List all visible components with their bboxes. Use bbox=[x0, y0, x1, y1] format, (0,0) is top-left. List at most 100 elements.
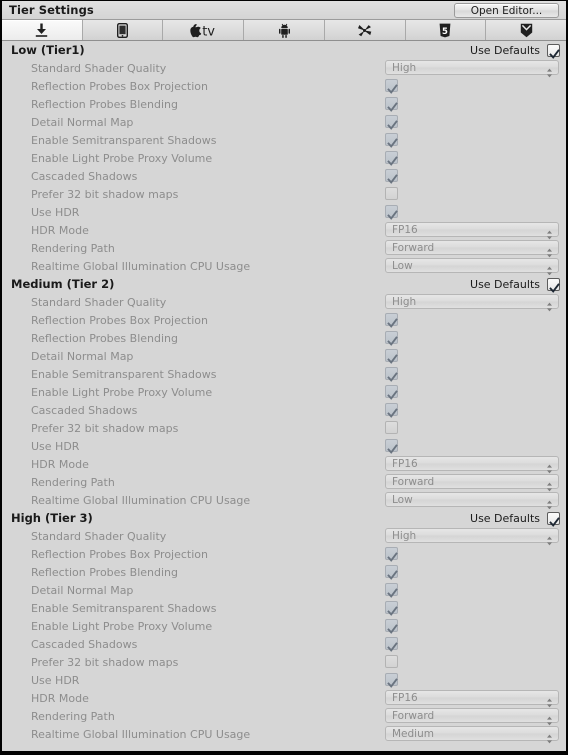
use-defaults-checkbox[interactable] bbox=[547, 44, 560, 59]
setting-dropdown[interactable]: Low bbox=[385, 258, 559, 276]
setting-label: Standard Shader Quality bbox=[31, 62, 167, 75]
setting-row: Realtime Global Illumination CPU Usage Lo… bbox=[2, 491, 566, 510]
setting-row: Realtime Global Illumination CPU Usage Lo… bbox=[2, 257, 566, 276]
checkmark-icon bbox=[387, 368, 398, 382]
checkmark-icon bbox=[387, 80, 398, 94]
setting-checkbox[interactable] bbox=[385, 205, 398, 220]
setting-dropdown[interactable]: FP16 bbox=[385, 690, 559, 708]
setting-dropdown[interactable]: FP16 bbox=[385, 456, 559, 474]
checkmark-icon bbox=[387, 602, 398, 616]
checkmark-icon bbox=[387, 566, 398, 580]
setting-label: Rendering Path bbox=[31, 242, 115, 255]
setting-row: Rendering Path Forward bbox=[2, 707, 566, 726]
setting-dropdown[interactable]: High bbox=[385, 60, 559, 78]
setting-checkbox[interactable] bbox=[385, 97, 398, 112]
setting-checkbox[interactable] bbox=[385, 385, 398, 400]
checkmark-icon bbox=[387, 440, 398, 454]
tier-settings-window: Tier Settings Open Editor... tv 5 Low (Ti… bbox=[0, 0, 568, 755]
setting-checkbox[interactable] bbox=[385, 637, 398, 652]
use-defaults-checkbox[interactable] bbox=[547, 512, 560, 527]
setting-checkbox[interactable] bbox=[385, 331, 398, 346]
updown-arrows-icon bbox=[546, 63, 553, 78]
dropdown-value: Forward bbox=[392, 710, 435, 722]
setting-dropdown[interactable]: Forward bbox=[385, 240, 559, 258]
setting-checkbox[interactable] bbox=[385, 115, 398, 130]
tier-header: Low (Tier1) Use Defaults bbox=[2, 41, 566, 59]
setting-checkbox[interactable] bbox=[385, 583, 398, 598]
platform-tab-apple-tv[interactable]: tv bbox=[163, 20, 245, 40]
setting-row: Use HDR bbox=[2, 437, 566, 455]
dropdown-value: Forward bbox=[392, 242, 435, 254]
setting-row: Use HDR bbox=[2, 203, 566, 221]
setting-label: Enable Light Probe Proxy Volume bbox=[31, 152, 213, 165]
setting-row: Reflection Probes Box Projection bbox=[2, 311, 566, 329]
updown-arrows-icon bbox=[546, 729, 553, 744]
setting-row: Standard Shader Quality High bbox=[2, 293, 566, 312]
dropdown-value: Low bbox=[392, 494, 413, 506]
setting-row: Enable Semitransparent Shadows bbox=[2, 599, 566, 617]
checkmark-icon bbox=[387, 170, 398, 184]
setting-row: Reflection Probes Blending bbox=[2, 95, 566, 113]
use-defaults-label: Use Defaults bbox=[470, 44, 540, 57]
tier-header: Medium (Tier 2) Use Defaults bbox=[2, 275, 566, 293]
setting-checkbox[interactable] bbox=[385, 439, 398, 454]
setting-label: Standard Shader Quality bbox=[31, 296, 167, 309]
updown-arrows-icon bbox=[546, 459, 553, 474]
checkmark-icon bbox=[387, 206, 398, 220]
html5-webgl-icon: 5 bbox=[439, 23, 451, 38]
setting-dropdown[interactable]: Forward bbox=[385, 708, 559, 726]
setting-dropdown[interactable]: Forward bbox=[385, 474, 559, 492]
setting-checkbox[interactable] bbox=[385, 619, 398, 634]
setting-checkbox[interactable] bbox=[385, 403, 398, 418]
setting-checkbox[interactable] bbox=[385, 79, 398, 94]
dropdown-value: High bbox=[392, 62, 417, 74]
setting-checkbox[interactable] bbox=[385, 367, 398, 382]
dropdown-value: Low bbox=[392, 260, 413, 272]
open-editor-button[interactable]: Open Editor... bbox=[454, 3, 559, 18]
platform-tab-ios-device[interactable] bbox=[82, 20, 164, 40]
setting-checkbox[interactable] bbox=[385, 133, 398, 148]
setting-label: Reflection Probes Box Projection bbox=[31, 314, 208, 327]
checkmark-icon bbox=[387, 638, 398, 652]
setting-checkbox[interactable] bbox=[385, 673, 398, 688]
setting-row: Enable Light Probe Proxy Volume bbox=[2, 383, 566, 401]
setting-label: Cascaded Shadows bbox=[31, 170, 138, 183]
setting-label: Rendering Path bbox=[31, 476, 115, 489]
platform-tab-bar: tv 5 bbox=[2, 20, 566, 41]
ios-device-icon bbox=[117, 22, 129, 38]
android-robot-icon bbox=[278, 23, 290, 38]
setting-checkbox[interactable] bbox=[385, 349, 398, 364]
platform-tab-samsung-tv[interactable] bbox=[324, 20, 406, 40]
updown-arrows-icon bbox=[546, 531, 553, 546]
updown-arrows-icon bbox=[546, 297, 553, 312]
setting-dropdown[interactable]: High bbox=[385, 294, 559, 312]
setting-dropdown[interactable]: Low bbox=[385, 492, 559, 510]
setting-dropdown[interactable]: High bbox=[385, 528, 559, 546]
platform-tab-android-robot[interactable] bbox=[244, 20, 325, 40]
platform-tab-html5-webgl[interactable]: 5 bbox=[405, 20, 487, 40]
setting-dropdown[interactable]: FP16 bbox=[385, 222, 559, 240]
setting-checkbox[interactable] bbox=[385, 187, 398, 200]
setting-checkbox[interactable] bbox=[385, 601, 398, 616]
setting-checkbox[interactable] bbox=[385, 313, 398, 328]
samsung-tv-icon bbox=[356, 23, 373, 38]
setting-dropdown[interactable]: Medium bbox=[385, 726, 559, 744]
setting-label: Reflection Probes Box Projection bbox=[31, 548, 208, 561]
platform-tab-standalone-download[interactable] bbox=[2, 20, 83, 40]
facebook-gameroom-icon bbox=[520, 23, 533, 38]
window-titlebar: Tier Settings Open Editor... bbox=[2, 1, 566, 20]
setting-checkbox[interactable] bbox=[385, 421, 398, 434]
setting-row: HDR Mode FP16 bbox=[2, 689, 566, 708]
use-defaults-checkbox[interactable] bbox=[547, 278, 560, 293]
platform-tab-facebook-gameroom[interactable] bbox=[486, 20, 566, 40]
setting-checkbox[interactable] bbox=[385, 547, 398, 562]
setting-row: Prefer 32 bit shadow maps bbox=[2, 653, 566, 671]
setting-checkbox[interactable] bbox=[385, 169, 398, 184]
setting-label: Enable Light Probe Proxy Volume bbox=[31, 620, 213, 633]
setting-checkbox[interactable] bbox=[385, 655, 398, 668]
setting-checkbox[interactable] bbox=[385, 565, 398, 580]
setting-checkbox[interactable] bbox=[385, 151, 398, 166]
checkmark-icon bbox=[387, 332, 398, 346]
setting-label: Reflection Probes Blending bbox=[31, 566, 178, 579]
updown-arrows-icon bbox=[546, 261, 553, 276]
